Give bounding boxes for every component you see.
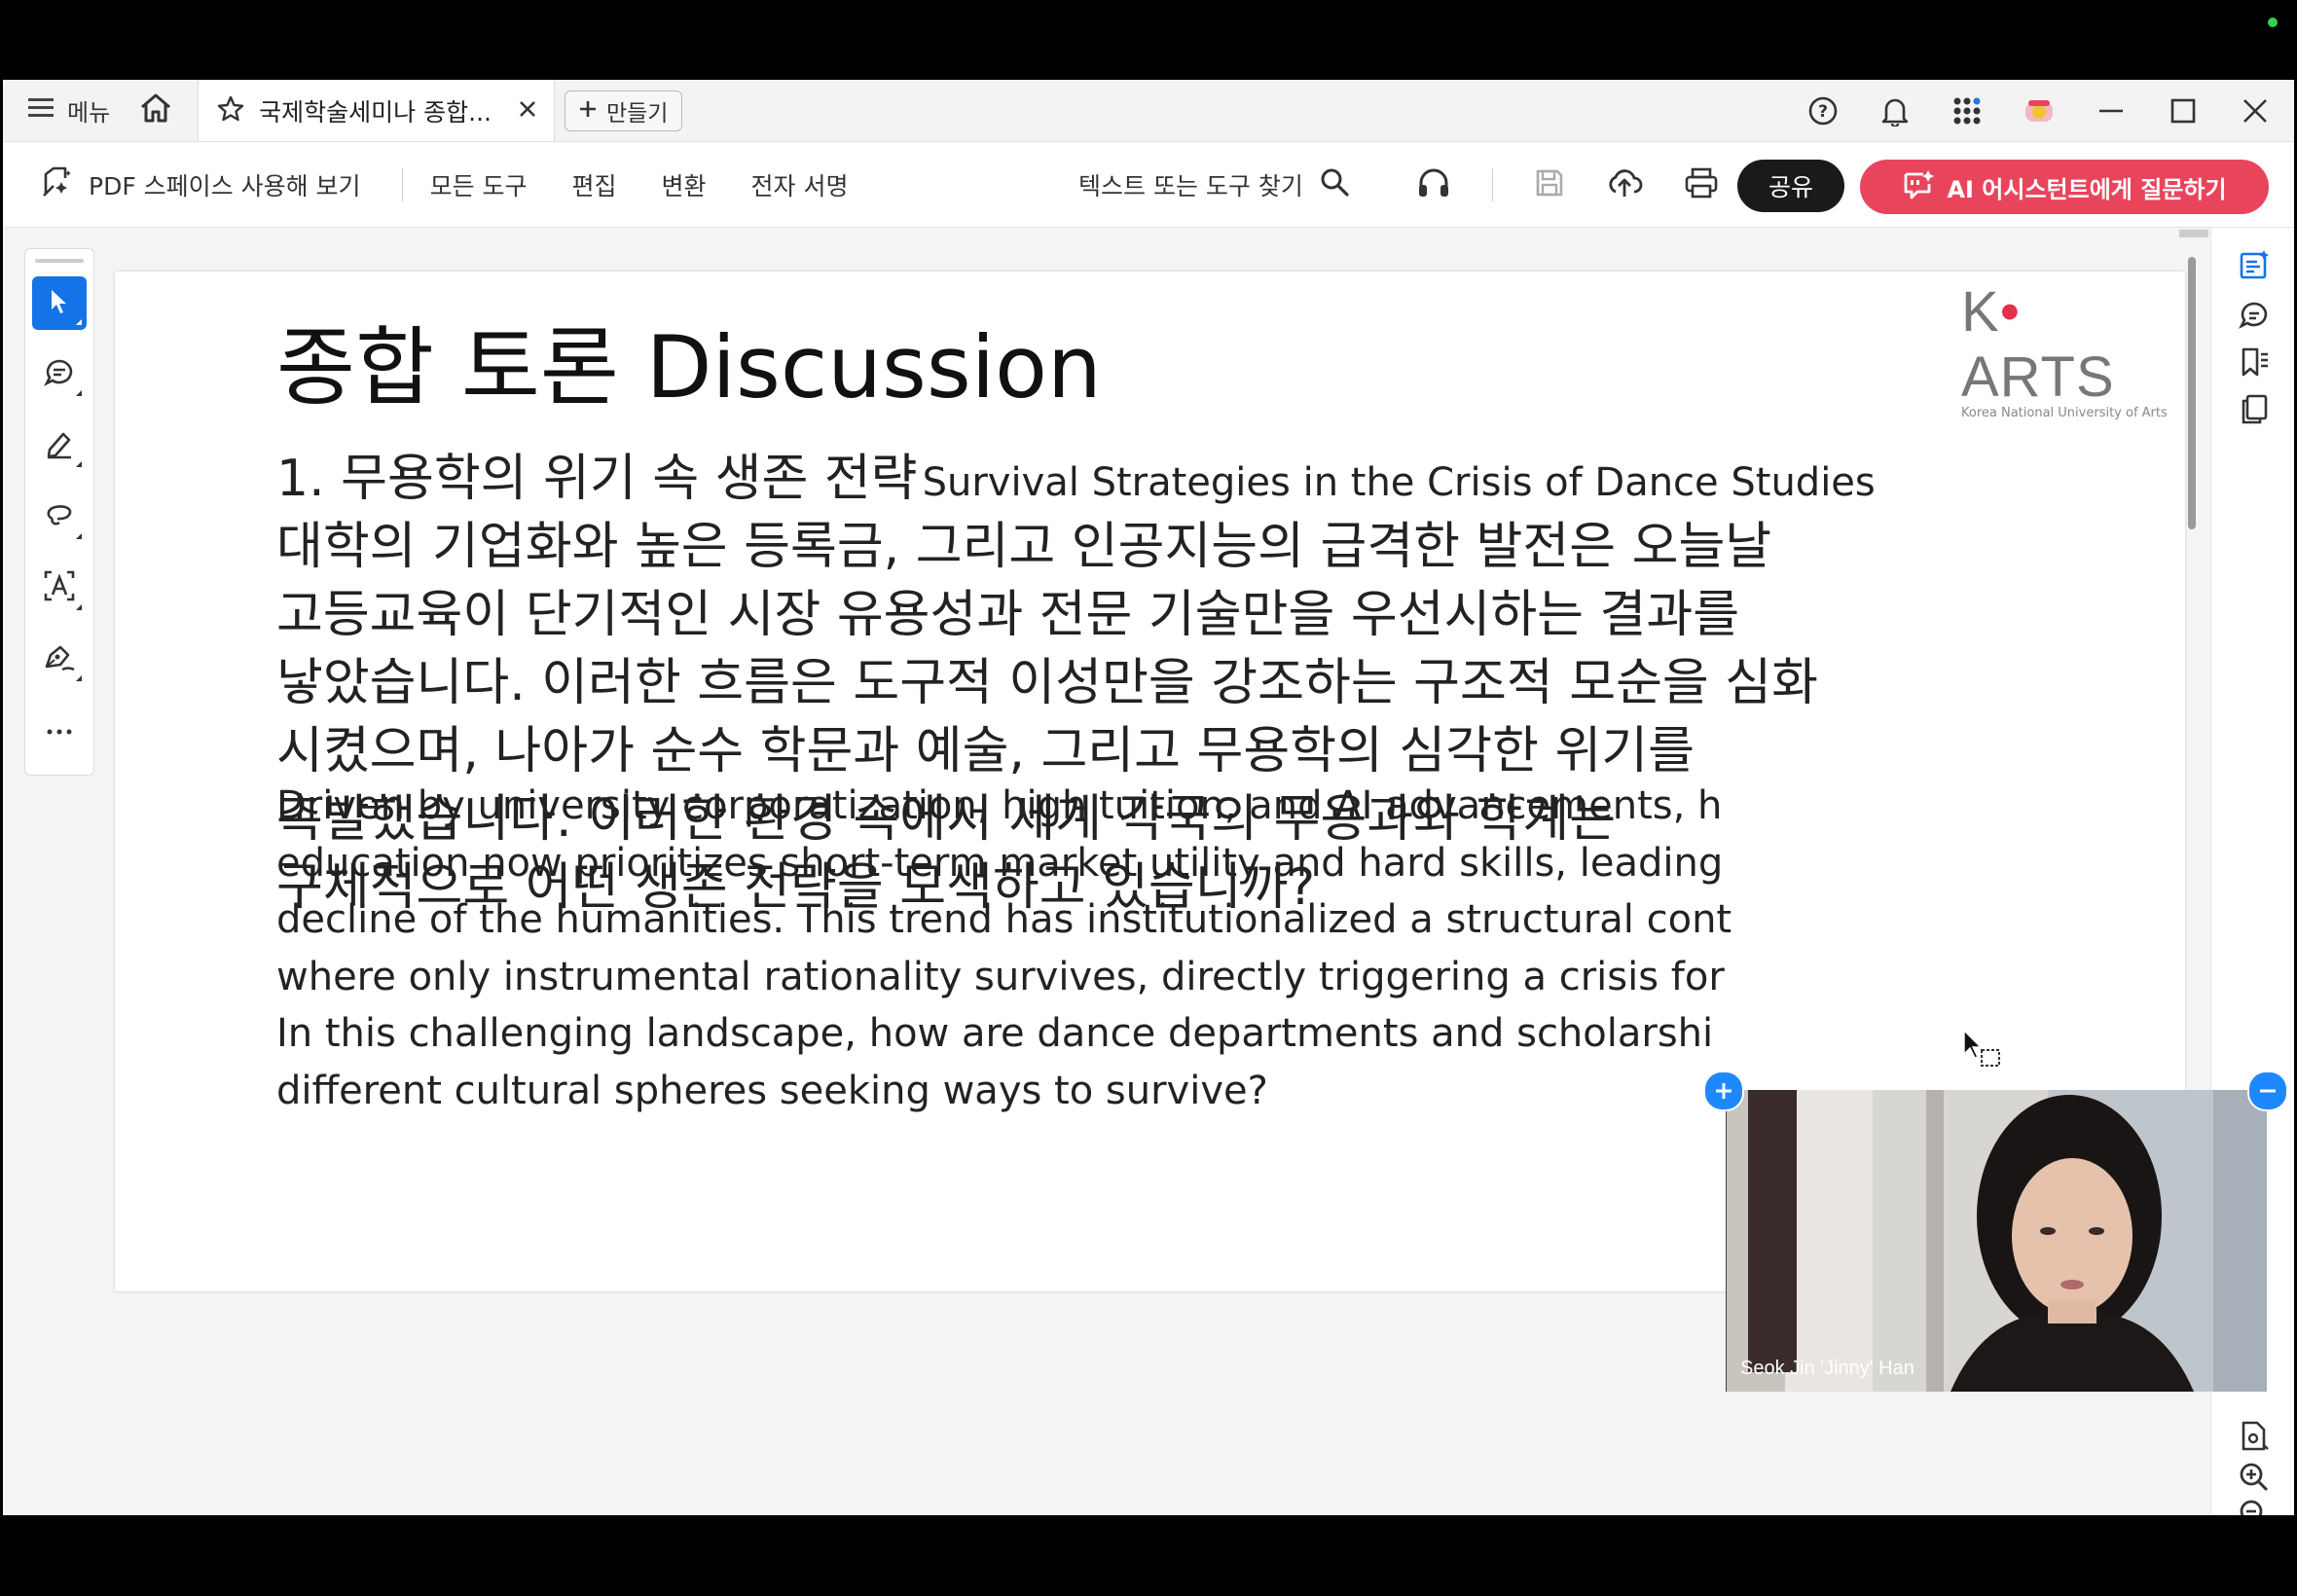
pdf-space-icon (40, 164, 75, 205)
ai-assistant-label: AI 어시스턴트에게 질문하기 (1947, 175, 2227, 203)
add-video-button[interactable] (1703, 1070, 1744, 1111)
fountain-pen-icon (43, 641, 76, 676)
find-text-or-tools[interactable]: 텍스트 또는 도구 찾기 (1078, 142, 1350, 227)
highlight-tool[interactable] (32, 418, 87, 472)
acrobat-window: 메뉴 국제학술세미나 종합... 만들기 ? PDF 스페이스 사용해 보기 모… (3, 80, 2294, 1515)
menu-button[interactable]: 메뉴 (28, 93, 110, 127)
print-icon[interactable] (1684, 166, 1719, 203)
scrollbar-top-cap (2179, 230, 2208, 237)
all-tools-menu[interactable]: 모든 도구 (430, 167, 528, 202)
page-info-icon[interactable] (2233, 1415, 2276, 1458)
video-participant-tile[interactable]: Seok Jin 'Jinny' Han (1726, 1090, 2267, 1392)
draw-tool[interactable] (32, 490, 87, 543)
try-pdf-space-label: PDF 스페이스 사용해 보기 (89, 171, 361, 200)
more-horizontal-icon (47, 721, 72, 740)
pages-panel-icon[interactable] (2233, 387, 2276, 430)
english-line: education now prioritizes short-term mar… (276, 840, 1724, 886)
participant-name: Seok Jin 'Jinny' Han (1740, 1358, 1914, 1379)
ai-assistant-button[interactable]: AI 어시스턴트에게 질문하기 (1860, 160, 2269, 214)
minimize-video-button[interactable] (2247, 1070, 2288, 1111)
main-toolbar: PDF 스페이스 사용해 보기 모든 도구 편집 변환 전자 서명 텍스트 또는… (3, 142, 2294, 228)
participant-video-image (1727, 1090, 2267, 1392)
text-recognition-tool[interactable] (32, 562, 87, 615)
vertical-scrollbar-thumb[interactable] (2188, 257, 2196, 529)
edit-menu[interactable]: 편집 (572, 167, 617, 202)
notification-bell-icon[interactable] (1876, 91, 1914, 130)
english-line: decline of the humanities. This trend ha… (276, 897, 1732, 942)
mouse-cursor-icon (1962, 1029, 2001, 1075)
english-line: In this challenging landscape, how are d… (276, 1011, 1714, 1056)
close-window-icon[interactable] (2236, 91, 2275, 130)
ai-summary-panel-icon[interactable] (2233, 243, 2276, 286)
minus-icon (2260, 1089, 2276, 1093)
toolbar-divider (401, 167, 403, 201)
lasso-icon (44, 499, 75, 534)
toolbar-icons (1416, 142, 1719, 227)
save-icon[interactable] (1534, 167, 1565, 202)
zoom-out-icon[interactable] (2233, 1493, 2276, 1515)
svg-text:?: ? (1818, 102, 1828, 122)
text-box-icon (43, 569, 76, 606)
document-tab[interactable]: 국제학술세미나 종합... (198, 80, 555, 141)
menu-label: 메뉴 (67, 99, 111, 127)
apps-grid-icon[interactable] (1948, 91, 1987, 130)
question-title-korean: 1. 무용학의 위기 속 생존 전략 (276, 450, 918, 508)
cursor-arrow-icon (48, 288, 71, 319)
english-paragraph: Driven by university corporatization, hi… (276, 778, 2126, 1119)
comment-icon (44, 357, 75, 392)
bookmarks-panel-icon[interactable] (2233, 341, 2276, 383)
recording-indicator (2268, 18, 2278, 27)
sign-tool[interactable] (32, 633, 87, 686)
help-icon[interactable]: ? (1804, 91, 1842, 130)
korean-line: 시켰으며, 나아가 순수 학문과 예술, 그리고 무용학의 심각한 위기를 (276, 722, 1695, 780)
try-pdf-space-link[interactable]: PDF 스페이스 사용해 보기 (40, 164, 361, 205)
page-heading: 종합 토론 Discussion (276, 317, 1102, 417)
tab-title: 국제학술세미나 종합... (259, 97, 492, 127)
create-button[interactable]: 만들기 (564, 90, 683, 131)
pen-icon (44, 428, 75, 463)
star-icon[interactable] (216, 94, 245, 127)
convert-menu[interactable]: 변환 (662, 167, 707, 202)
find-label: 텍스트 또는 도구 찾기 (1078, 171, 1303, 200)
home-icon (139, 92, 172, 129)
cloud-upload-icon[interactable] (1606, 166, 1643, 203)
plus-icon (579, 98, 597, 124)
minimize-icon[interactable] (2092, 91, 2131, 130)
karts-logo: K• ARTS Korea National University of Art… (1961, 279, 2185, 420)
window-controls: ? (1804, 80, 2275, 141)
hamburger-icon (28, 97, 54, 125)
logo-text: K• ARTS (1961, 280, 2115, 409)
korean-line: 고등교육이 단기적인 시장 유용성과 전문 기술만을 우선시하는 결과를 (276, 586, 1740, 644)
more-tools-button[interactable] (32, 704, 87, 757)
create-label: 만들기 (605, 100, 669, 127)
english-line: Driven by university corporatization, hi… (276, 783, 1723, 828)
quick-tools-rail (24, 248, 94, 776)
close-tab-icon[interactable] (519, 100, 536, 122)
headphones-read-aloud-icon[interactable] (1416, 166, 1451, 203)
share-label: 공유 (1768, 173, 1813, 201)
comments-panel-icon[interactable] (2233, 294, 2276, 337)
maximize-icon[interactable] (2164, 91, 2203, 130)
comment-tool[interactable] (32, 347, 87, 401)
question-heading: 1. 무용학의 위기 속 생존 전략 Survival Strategies i… (276, 437, 1876, 510)
korean-line: 낳았습니다. 이러한 흐름은 도구적 이성만을 강조하는 구조적 모순을 심화 (276, 654, 1818, 712)
logo-subtitle: Korea National University of Arts (1961, 406, 2168, 420)
rail-grip[interactable] (35, 259, 84, 263)
share-button[interactable]: 공유 (1737, 160, 1844, 212)
esign-menu[interactable]: 전자 서명 (751, 167, 849, 202)
logo-dot: • (1999, 280, 2021, 344)
select-tool[interactable] (32, 275, 87, 331)
toolbar-divider (1492, 167, 1493, 201)
search-icon (1319, 166, 1350, 203)
english-line: where only instrumental rationality surv… (276, 954, 1725, 999)
korean-line: 대학의 기업화와 높은 등록금, 그리고 인공지능의 급격한 발전은 오늘날 (276, 518, 1772, 576)
profile-avatar-icon[interactable] (2020, 91, 2059, 130)
plus-icon (1716, 1083, 1732, 1099)
home-button[interactable] (139, 92, 172, 129)
question-title-english: Survival Strategies in the Crisis of Dan… (922, 460, 1876, 505)
ai-assistant-icon (1902, 168, 1935, 205)
tab-bar: 메뉴 국제학술세미나 종합... 만들기 ? (3, 80, 2294, 142)
